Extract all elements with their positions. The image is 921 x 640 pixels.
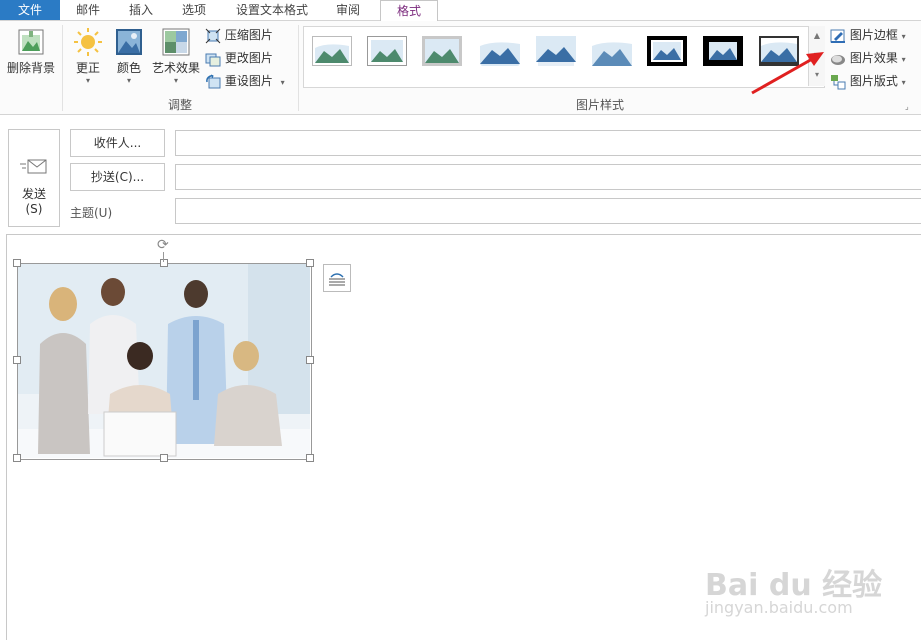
artistic-effects-button[interactable]: 艺术效果 ▾ [150, 27, 202, 85]
pencil-icon [830, 29, 845, 43]
picture-layout-label: 图片版式 [849, 74, 898, 88]
picture-border-button[interactable]: 图片边框 ▾ [830, 25, 906, 45]
picture-style-thumb[interactable] [367, 36, 407, 66]
remove-background-button[interactable]: 删除背景 [4, 27, 58, 76]
tab-insert[interactable]: 插入 [115, 0, 167, 20]
watermark-url: jingyan.baidu.com [705, 598, 853, 617]
change-picture-label: 更改图片 [224, 51, 273, 65]
remove-background-label: 删除背景 [6, 61, 55, 75]
picture-selection-frame [17, 263, 312, 460]
send-label: 发送 [21, 187, 46, 201]
subject-label: 主题(U) [70, 206, 113, 220]
send-shortcut: (S) [25, 202, 43, 216]
picture-styles-gallery[interactable] [303, 26, 825, 88]
adjust-group-label: 调整 [167, 98, 192, 112]
dialog-launcher-icon[interactable]: ⌟ [905, 102, 909, 111]
reset-picture-label: 重设图片 [224, 74, 273, 88]
layout-options-icon [329, 273, 345, 286]
picture-effects-button[interactable]: 图片效果 ▾ [830, 48, 906, 68]
ribbon-tab-bar: 文件 邮件 插入 选项 设置文本格式 审阅 格式 [0, 0, 921, 22]
color-button[interactable]: 颜色 ▾ [110, 27, 148, 85]
tab-file[interactable]: 文件 [0, 0, 60, 20]
scroll-up-icon[interactable]: ▲ [809, 26, 825, 46]
send-button[interactable]: 发送 (S) [8, 129, 60, 227]
chevron-down-icon: ▾ [901, 32, 906, 41]
picture-style-thumb[interactable] [480, 36, 520, 66]
cc-button[interactable]: 抄送(C)... [70, 163, 165, 191]
tab-message[interactable]: 邮件 [62, 0, 114, 20]
picture-border-label: 图片边框 [849, 28, 898, 42]
resize-handle[interactable] [306, 454, 314, 462]
to-field[interactable] [175, 130, 921, 156]
artistic-effects-icon [162, 28, 190, 56]
picture-layout-button[interactable]: 图片版式 ▾ [830, 71, 906, 91]
sun-icon [74, 28, 102, 56]
subject-field[interactable] [175, 198, 921, 224]
resize-handle[interactable] [13, 454, 21, 462]
layout-options-button[interactable] [323, 264, 351, 292]
picture-effects-label: 图片效果 [849, 51, 898, 65]
tab-picture-format[interactable]: 格式 [380, 0, 438, 22]
picture-style-thumb[interactable] [422, 36, 462, 66]
chevron-down-icon: ▾ [173, 76, 178, 85]
corrections-button[interactable]: 更正 ▾ [68, 27, 108, 85]
rotate-handle-icon[interactable]: ⟳ [157, 237, 169, 253]
resize-handle[interactable] [160, 454, 168, 462]
send-envelope-icon [20, 159, 47, 174]
resize-handle[interactable] [13, 259, 21, 267]
compress-icon [205, 28, 221, 43]
resize-handle[interactable] [306, 259, 314, 267]
cc-field[interactable] [175, 164, 921, 190]
rotate-handle-line [163, 252, 164, 262]
reset-picture-icon [206, 74, 221, 88]
corrections-label: 更正 [75, 61, 100, 75]
compress-pictures-button[interactable]: 压缩图片 [205, 25, 273, 45]
picture-color-icon [116, 29, 142, 55]
picture-style-thumb[interactable] [647, 36, 687, 66]
picture-effects-icon [831, 54, 845, 65]
picture-style-thumb[interactable] [536, 36, 576, 66]
chevron-down-icon: ▾ [280, 78, 285, 87]
chevron-down-icon: ▾ [901, 78, 906, 87]
picture-style-thumb[interactable] [312, 36, 352, 66]
chevron-down-icon: ▾ [85, 76, 90, 85]
to-button[interactable]: 收件人... [70, 129, 165, 157]
picture-layout-icon [831, 74, 846, 89]
reset-picture-button[interactable]: 重设图片 ▾ [205, 71, 285, 91]
artistic-effects-label: 艺术效果 [151, 61, 200, 75]
remove-background-icon [18, 29, 44, 55]
tab-format-text[interactable]: 设置文本格式 [222, 0, 322, 20]
chevron-down-icon: ▾ [126, 76, 131, 85]
change-picture-icon [205, 53, 221, 66]
resize-handle[interactable] [306, 356, 314, 364]
picture-style-thumb[interactable] [703, 36, 743, 66]
picture-styles-group-label: 图片样式 [575, 98, 624, 112]
chevron-down-icon: ▾ [901, 55, 906, 64]
resize-handle[interactable] [13, 356, 21, 364]
annotation-arrow-icon [751, 52, 824, 95]
resize-handle[interactable] [160, 259, 168, 267]
tab-review[interactable]: 审阅 [323, 0, 373, 20]
compress-label: 压缩图片 [224, 28, 273, 42]
picture-style-thumb[interactable] [592, 36, 632, 66]
change-picture-button[interactable]: 更改图片 [205, 48, 273, 68]
tab-options[interactable]: 选项 [168, 0, 220, 20]
color-label: 颜色 [116, 61, 141, 75]
